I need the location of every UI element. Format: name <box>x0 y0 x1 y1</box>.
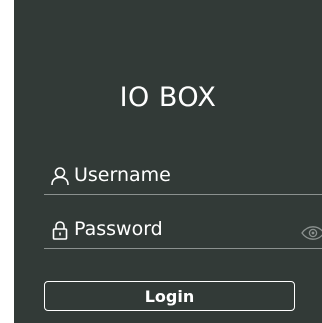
username-field[interactable]: Username <box>44 158 322 195</box>
eye-icon[interactable] <box>301 225 322 240</box>
login-panel: IO BOX Username Password Login <box>14 0 322 323</box>
login-button[interactable]: Login <box>44 281 295 311</box>
password-field[interactable]: Password <box>44 212 322 249</box>
lock-icon <box>50 220 70 240</box>
password-placeholder: Password <box>74 218 163 240</box>
username-placeholder: Username <box>74 164 171 186</box>
user-icon <box>50 166 70 186</box>
app-title: IO BOX <box>119 82 217 113</box>
